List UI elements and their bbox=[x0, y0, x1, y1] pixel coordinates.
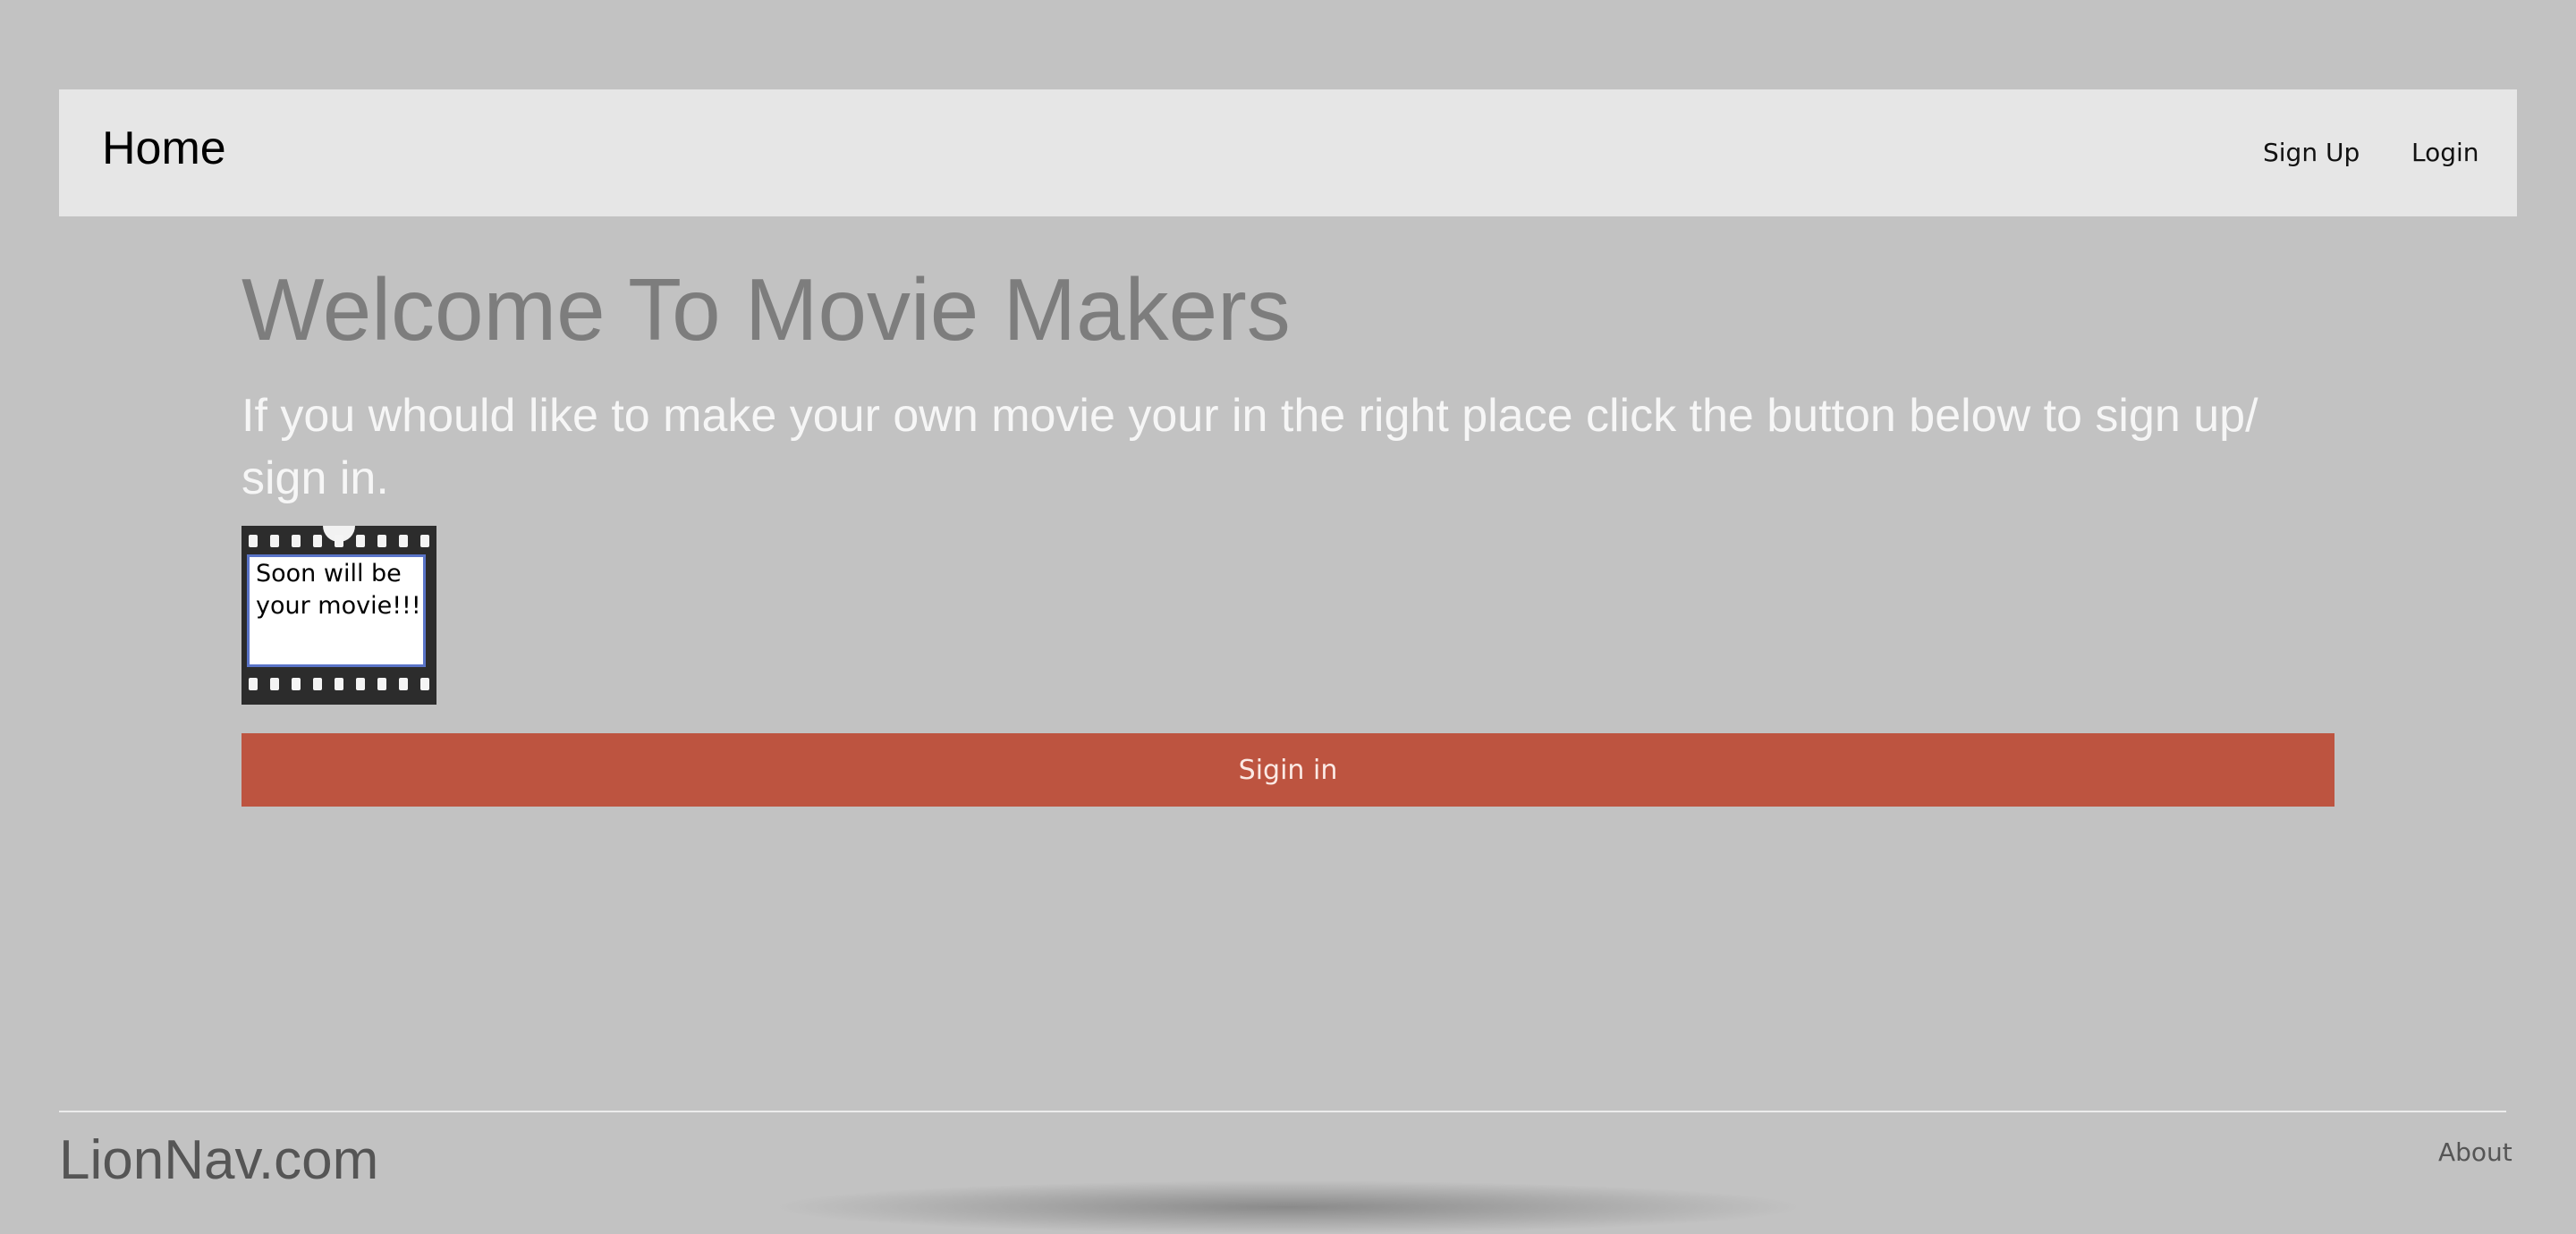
login-link[interactable]: Login bbox=[2411, 138, 2479, 167]
home-link[interactable]: Home bbox=[102, 122, 226, 175]
about-link[interactable]: About bbox=[2438, 1137, 2512, 1167]
film-strip-image: Soon will be your movie!!! bbox=[242, 526, 436, 705]
sign-in-button[interactable]: Sigin in bbox=[242, 733, 2334, 807]
page-title: Welcome To Movie Makers bbox=[242, 260, 1291, 359]
footer-brand: LionNav.com bbox=[59, 1129, 379, 1191]
hero-description: If you whould like to make your own movi… bbox=[242, 390, 2258, 504]
film-caption: Soon will be your movie!!! bbox=[256, 560, 421, 620]
sign-up-link[interactable]: Sign Up bbox=[2263, 138, 2360, 167]
navbar: Home Sign Up Login bbox=[59, 89, 2517, 216]
footer-divider bbox=[59, 1111, 2506, 1112]
bottom-shadow bbox=[769, 1180, 1807, 1234]
